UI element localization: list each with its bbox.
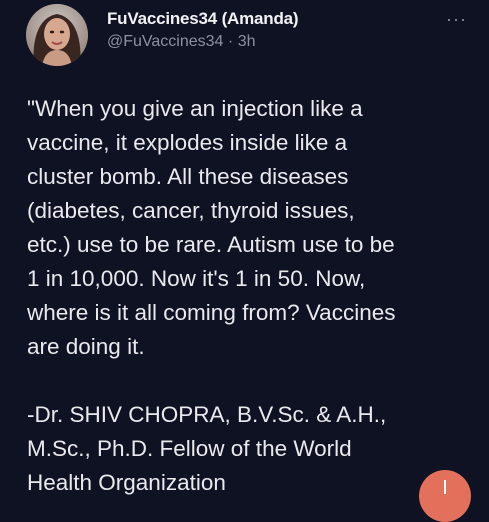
more-horizontal-icon[interactable]: ··· (446, 10, 467, 28)
compose-icon (444, 480, 446, 494)
tweet-header: FuVaccines34 (Amanda) @FuVaccines34 · 3h (107, 8, 299, 53)
handle[interactable]: @FuVaccines34 (107, 33, 223, 50)
display-name[interactable]: FuVaccines34 (Amanda) (107, 8, 299, 30)
avatar[interactable] (26, 4, 88, 66)
compose-button[interactable] (419, 470, 471, 522)
tweet-meta: @FuVaccines34 · 3h (107, 31, 298, 53)
tweet-card: FuVaccines34 (Amanda) @FuVaccines34 · 3h… (0, 0, 489, 522)
timestamp[interactable]: 3h (238, 33, 256, 50)
avatar-image (26, 4, 88, 66)
tweet-text: "When you give an injection like a vacci… (27, 96, 396, 495)
meta-separator: · (227, 33, 234, 50)
